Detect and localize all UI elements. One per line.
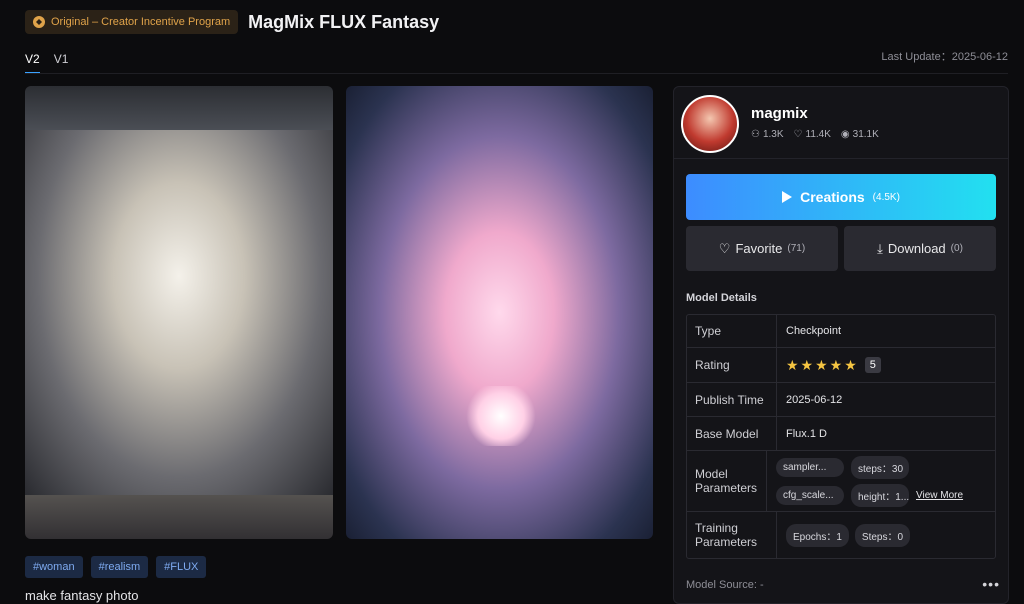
detail-row-training: Training Parameters Epochs：1 Steps：0 <box>687 512 995 558</box>
model-description: make fantasy photo <box>25 588 139 603</box>
download-icon: ⤓ <box>877 240 883 256</box>
creator-username[interactable]: magmix <box>751 105 808 122</box>
views-stat: ◉ 31.1K <box>841 129 879 140</box>
model-source: Model Source: - <box>686 579 764 591</box>
detail-label: Training Parameters <box>687 512 777 558</box>
heart-icon: ♡ <box>718 240 731 256</box>
model-details-title: Model Details <box>686 292 757 304</box>
tag-woman[interactable]: #woman <box>25 556 83 578</box>
param-chip[interactable]: sampler... <box>776 457 844 477</box>
tag-list: #woman #realism #FLUX <box>25 556 207 578</box>
param-chip[interactable]: height：1... <box>851 483 909 507</box>
badge-label: Original – Creator Incentive Program <box>51 16 231 28</box>
tag-realism[interactable]: #realism <box>90 556 149 578</box>
creations-count: (4.5K) <box>872 191 900 203</box>
more-options-icon[interactable]: ••• <box>982 576 1000 592</box>
model-details-table: Type Checkpoint Rating ★★★★★ 5 Publish T… <box>686 314 996 559</box>
header: Original – Creator Incentive Program Mag… <box>25 10 439 34</box>
image-content <box>25 130 333 495</box>
creator-stats: ⚇ 1.3K ♡ 11.4K ◉ 31.1K <box>751 129 879 140</box>
detail-row-type: Type Checkpoint <box>687 315 995 348</box>
param-chip[interactable]: steps：30 <box>851 455 909 479</box>
detail-label: Type <box>687 315 777 347</box>
favorite-button[interactable]: ♡ Favorite (71) <box>686 226 838 271</box>
training-chip: Steps：0 <box>854 523 911 547</box>
favorite-label: Favorite <box>735 241 783 256</box>
training-chip: Epochs：1 <box>786 523 849 547</box>
followers-stat: ⚇ 1.3K <box>751 129 784 140</box>
creations-button[interactable]: Creations (4.5K) <box>686 174 996 220</box>
detail-label: Model Parameters <box>687 451 767 511</box>
detail-row-publish: Publish Time 2025-06-12 <box>687 383 995 417</box>
detail-value: ★★★★★ 5 <box>777 348 995 382</box>
last-update: Last Update：2025-06-12 <box>881 51 1008 63</box>
detail-label: Base Model <box>687 417 777 450</box>
tab-v1[interactable]: V1 <box>54 52 69 74</box>
download-count: (0) <box>950 243 963 254</box>
likes-count: 11.4K <box>805 129 831 140</box>
params-grid: sampler... steps：30 cfg_scale... height：… <box>776 455 986 507</box>
glowing-heart <box>466 386 536 446</box>
model-info-panel: magmix ⚇ 1.3K ♡ 11.4K ◉ 31.1K Creations … <box>673 86 1009 604</box>
page-title: MagMix FLUX Fantasy <box>248 11 440 32</box>
detail-row-base-model: Base Model Flux.1 D <box>687 417 995 451</box>
favorite-count: (71) <box>787 243 806 254</box>
tab-v2[interactable]: V2 <box>25 52 40 74</box>
detail-row-params: Model Parameters sampler... steps：30 cfg… <box>687 451 995 512</box>
detail-value: Checkpoint <box>786 325 842 337</box>
likes-stat: ♡ 11.4K <box>794 129 831 140</box>
detail-row-rating: Rating ★★★★★ 5 <box>687 348 995 383</box>
creator-incentive-badge[interactable]: Original – Creator Incentive Program <box>25 10 239 34</box>
view-more-link[interactable]: View More <box>916 490 986 501</box>
followers-count: 1.3K <box>762 129 784 140</box>
tag-flux[interactable]: #FLUX <box>156 556 207 578</box>
divider <box>25 73 1008 74</box>
detail-value: Epochs：1 Steps：0 <box>777 512 995 558</box>
heart-icon: ♡ <box>793 129 803 140</box>
badge-icon <box>33 16 45 28</box>
creator-profile[interactable]: magmix ⚇ 1.3K ♡ 11.4K ◉ 31.1K <box>674 87 1008 159</box>
param-chip[interactable]: cfg_scale... <box>776 485 844 505</box>
star-rating: ★★★★★ <box>786 356 859 373</box>
avatar[interactable] <box>681 95 739 153</box>
download-label: Download <box>887 241 946 256</box>
detail-label: Rating <box>687 348 777 382</box>
detail-value: sampler... steps：30 cfg_scale... height：… <box>767 451 995 511</box>
gallery-image-angel[interactable] <box>25 86 333 539</box>
eye-icon: ◉ <box>840 129 850 140</box>
detail-label: Publish Time <box>687 383 777 416</box>
detail-value: Flux.1 D <box>786 427 827 440</box>
detail-value: 2025-06-12 <box>786 393 843 406</box>
rating-value: 5 <box>864 357 881 373</box>
user-check-icon: ⚇ <box>751 129 760 140</box>
version-tabs: V2 V1 <box>25 52 68 74</box>
views-count: 31.1K <box>852 129 879 140</box>
creations-label: Creations <box>800 189 865 205</box>
play-icon <box>782 191 793 203</box>
download-button[interactable]: ⤓ Download (0) <box>844 226 996 271</box>
gallery-image-heart-girl[interactable] <box>346 86 653 539</box>
